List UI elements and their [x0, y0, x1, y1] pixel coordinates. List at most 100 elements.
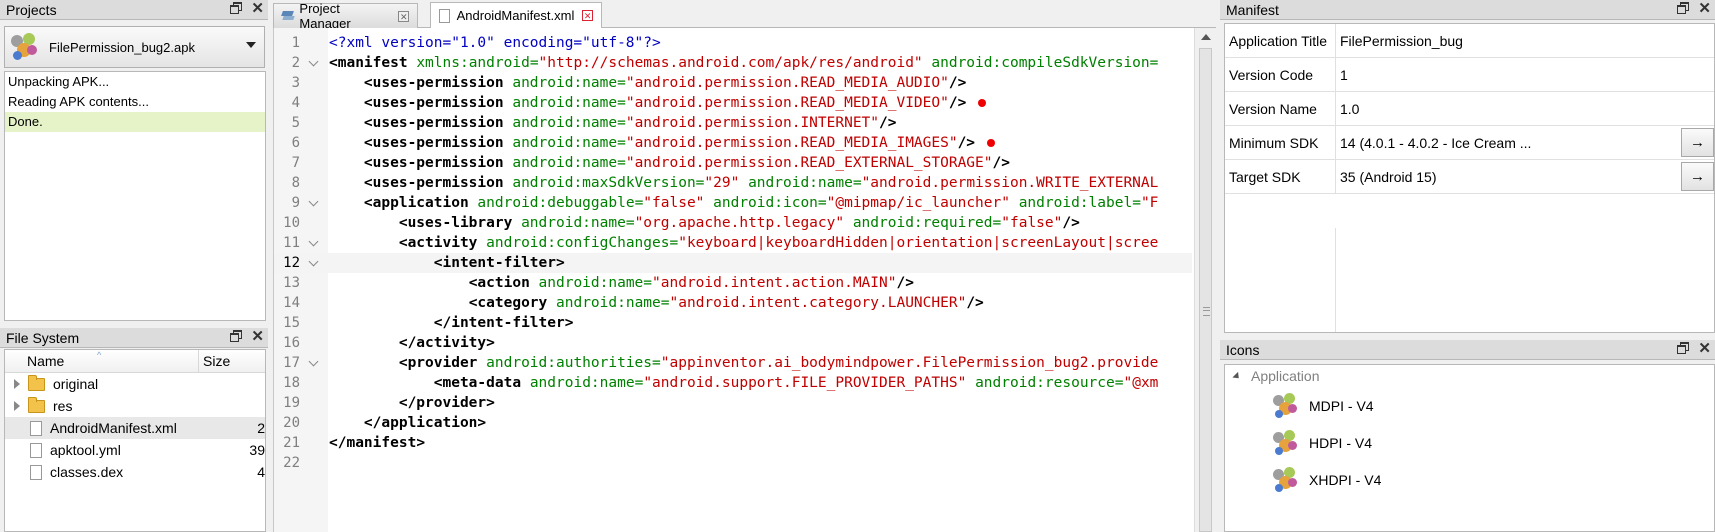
tree-row-file[interactable]: apktool.yml 39 — [5, 439, 265, 461]
tree-row-label: original — [53, 376, 99, 392]
code-text: <intent-filter> — [433, 255, 565, 271]
fold-chevron-icon[interactable] — [308, 56, 319, 67]
log-line-selected[interactable]: Done. — [5, 112, 265, 132]
layers-icon — [281, 11, 295, 21]
code-line[interactable]: 21 </manifest> — [274, 433, 1192, 453]
code-line[interactable]: 1 <?xml version="1.0" encoding="utf-8"?> — [274, 33, 1192, 53]
file-tree-header: Name ^ Size — [5, 350, 265, 373]
close-icon[interactable]: ✕ — [1698, 341, 1711, 356]
close-icon[interactable]: ✕ — [398, 10, 410, 22]
code-text: <meta-data android:name="android.support… — [433, 375, 1159, 391]
line-number: 9 — [291, 195, 300, 211]
close-icon[interactable]: ✕ — [582, 10, 593, 21]
icon-item[interactable]: HDPI - V4 — [1225, 424, 1714, 461]
property-value[interactable]: 35 (Android 15) — [1336, 160, 1714, 193]
fold-chevron-icon[interactable] — [308, 256, 319, 267]
icon-group-label: Application — [1251, 368, 1320, 384]
expand-arrow-icon[interactable] — [14, 401, 20, 411]
file-icon — [30, 420, 42, 436]
close-icon[interactable]: ✕ — [251, 1, 264, 16]
code-line[interactable]: 9 <application android:debuggable="false… — [274, 193, 1192, 213]
project-selector-dropdown[interactable]: FilePermission_bug2.apk — [4, 26, 265, 68]
fold-chevron-icon[interactable] — [308, 236, 319, 247]
code-line[interactable]: 13 <action android:name="android.intent.… — [274, 273, 1192, 293]
folder-icon — [28, 374, 45, 391]
icon-group-application[interactable]: Application — [1225, 365, 1714, 387]
code-line[interactable]: 16 </activity> — [274, 333, 1192, 353]
code-text: <uses-permission android:name="android.p… — [363, 115, 897, 131]
line-number: 10 — [283, 215, 300, 231]
fold-chevron-icon[interactable] — [308, 196, 319, 207]
code-line[interactable]: 14 <category android:name="android.inten… — [274, 293, 1192, 313]
property-value[interactable]: 1 — [1336, 58, 1714, 91]
app-launcher-icon — [1271, 391, 1301, 421]
close-icon[interactable]: ✕ — [1698, 1, 1711, 16]
fold-chevron-icon[interactable] — [308, 356, 319, 367]
icons-tree: Application MDPI - V4 HDPI - V4 XHDPI - … — [1224, 364, 1715, 532]
tab-project-manager[interactable]: Project Manager ✕ — [273, 1, 418, 31]
tree-row-file[interactable]: classes.dex 4 — [5, 461, 265, 483]
code-line[interactable]: 2 <manifest xmlns:android="http://schemas… — [274, 53, 1192, 73]
restore-icon[interactable] — [1677, 2, 1690, 14]
code-line[interactable]: 11 <activity android:configChanges="keyb… — [274, 233, 1192, 253]
property-row: Minimum SDK 14 (4.0.1 - 4.0.2 - Ice Crea… — [1225, 126, 1714, 160]
line-number: 16 — [283, 335, 300, 351]
tree-row-label: AndroidManifest.xml — [50, 420, 177, 436]
code-line[interactable]: 8 <uses-permission android:maxSdkVersion… — [274, 173, 1192, 193]
property-value[interactable]: FilePermission_bug — [1336, 24, 1714, 57]
target-sdk-select-button[interactable]: → — [1681, 162, 1714, 191]
code-line[interactable]: 4 <uses-permission android:name="android… — [274, 93, 1192, 113]
icon-item[interactable]: XHDPI - V4 — [1225, 461, 1714, 498]
expand-arrow-icon[interactable] — [14, 379, 20, 389]
code-text: <provider android:authorities="appinvent… — [398, 355, 1159, 371]
code-line[interactable]: 5 <uses-permission android:name="android… — [274, 113, 1192, 133]
name-column-header[interactable]: Name ^ — [5, 350, 199, 372]
tree-row-folder[interactable]: res — [5, 395, 265, 417]
code-line[interactable]: 20 </application> — [274, 413, 1192, 433]
line-number: 14 — [283, 295, 300, 311]
tab-label: Project Manager — [299, 1, 351, 31]
close-icon[interactable]: ✕ — [251, 329, 264, 344]
chevron-down-icon[interactable] — [246, 42, 256, 48]
code-text: <uses-library android:name="org.apache.h… — [398, 215, 1080, 231]
projects-panel-title: Projects — [6, 1, 57, 18]
code-text: <uses-permission android:name="android.p… — [363, 75, 967, 91]
scroll-up-arrow-icon[interactable] — [1200, 34, 1211, 40]
min-sdk-select-button[interactable]: → — [1681, 128, 1714, 157]
icon-item[interactable]: MDPI - V4 — [1225, 387, 1714, 424]
vertical-scrollbar[interactable] — [1194, 28, 1216, 532]
code-line[interactable]: 3 <uses-permission android:name="android… — [274, 73, 1192, 93]
code-line[interactable]: 17 <provider android:authorities="appinv… — [274, 353, 1192, 373]
restore-icon[interactable] — [1677, 342, 1690, 354]
code-editor[interactable]: 1 <?xml version="1.0" encoding="utf-8"?> 2… — [273, 28, 1216, 532]
manifest-panel: Manifest ✕ Application Title FilePermiss… — [1220, 0, 1715, 336]
property-value[interactable]: 14 (4.0.1 - 4.0.2 - Ice Cream ... — [1336, 126, 1714, 159]
collapse-arrow-icon[interactable] — [1232, 371, 1242, 381]
code-line[interactable]: 10 <uses-library android:name="org.apach… — [274, 213, 1192, 233]
tree-row-label: classes.dex — [50, 464, 124, 480]
code-line[interactable]: 15 </intent-filter> — [274, 313, 1192, 333]
tab-androidmanifest[interactable]: AndroidManifest.xml ✕ — [430, 2, 602, 28]
line-number: 5 — [291, 115, 300, 131]
log-line: Unpacking APK... — [8, 74, 110, 89]
restore-icon[interactable] — [230, 330, 243, 342]
line-number: 11 — [283, 235, 300, 251]
tree-row-folder[interactable]: original — [5, 373, 265, 395]
line-number: 6 — [291, 135, 300, 151]
size-column-header[interactable]: Size — [199, 350, 230, 372]
tree-row-file-selected[interactable]: AndroidManifest.xml 2 — [5, 417, 265, 439]
code-line[interactable]: 6 <uses-permission android:name="android… — [274, 133, 1192, 153]
property-value[interactable]: 1.0 — [1336, 92, 1714, 125]
restore-icon[interactable] — [230, 2, 243, 14]
code-line[interactable]: 18 <meta-data android:name="android.supp… — [274, 373, 1192, 393]
icons-panel-header: Icons ✕ — [1220, 340, 1715, 360]
code-line[interactable]: 19 </provider> — [274, 393, 1192, 413]
scrollbar-thumb[interactable] — [1199, 48, 1212, 532]
code-text: <uses-permission android:name="android.p… — [363, 155, 1010, 171]
line-number: 15 — [283, 315, 300, 331]
code-line[interactable]: 12 <intent-filter> — [274, 253, 1192, 273]
error-marker-icon[interactable] — [987, 139, 996, 147]
code-line[interactable]: 7 <uses-permission android:name="android… — [274, 153, 1192, 173]
file-icon — [30, 442, 42, 458]
code-line[interactable]: 22 — [274, 453, 1192, 473]
